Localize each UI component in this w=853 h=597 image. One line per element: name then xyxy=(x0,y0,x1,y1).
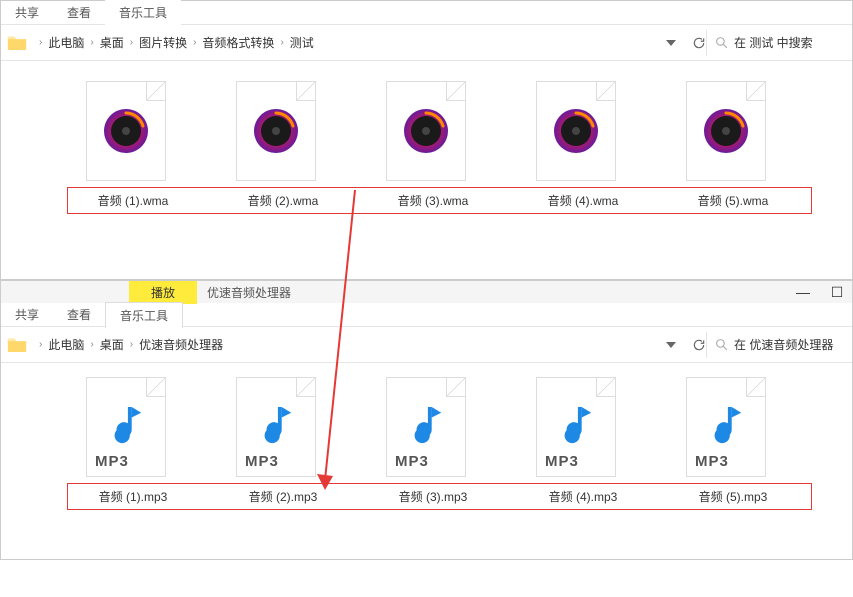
breadcrumb-item[interactable]: 图片转换 xyxy=(139,34,187,51)
maximize-button[interactable]: ☐ xyxy=(830,285,844,299)
mp3-badge: MP3 xyxy=(95,453,129,470)
search-placeholder: 在 测试 中搜索 xyxy=(734,34,813,51)
search-input[interactable]: 在 优速音频处理器 xyxy=(706,332,846,358)
window-title: 优速音频处理器 xyxy=(197,281,301,304)
tab-music-tools[interactable]: 音乐工具 xyxy=(105,302,183,328)
wma-file-icon xyxy=(386,81,466,181)
file-label: 音频 (4).mp3 xyxy=(528,488,638,505)
file-label: 音频 (4).wma xyxy=(528,192,638,209)
file-item[interactable]: MP3 xyxy=(521,377,631,477)
window-controls: — ☐ xyxy=(796,285,844,299)
file-item[interactable] xyxy=(671,81,781,181)
mp3-file-icon: MP3 xyxy=(536,377,616,477)
address-bar: › 此电脑 › 桌面 › 图片转换 › 音频格式转换 › 测试 在 测试 中搜索 xyxy=(1,25,852,61)
mp3-badge: MP3 xyxy=(395,453,429,470)
wma-file-icon xyxy=(686,81,766,181)
explorer-window-source: 共享 查看 音乐工具 › 此电脑 › 桌面 › 图片转换 › 音频格式转换 › … xyxy=(0,0,853,280)
file-item[interactable] xyxy=(521,81,631,181)
file-item[interactable]: MP3 xyxy=(371,377,481,477)
file-item[interactable] xyxy=(371,81,481,181)
breadcrumb-item[interactable]: 音频格式转换 xyxy=(202,34,274,51)
dropdown-history-icon[interactable] xyxy=(664,338,678,352)
chevron-right-icon: › xyxy=(39,37,42,48)
mp3-file-icon: MP3 xyxy=(686,377,766,477)
file-item[interactable] xyxy=(71,81,181,181)
dropdown-history-icon[interactable] xyxy=(664,36,678,50)
breadcrumb-item[interactable]: 此电脑 xyxy=(48,34,84,51)
nav-buttons xyxy=(664,36,706,50)
tab-share[interactable]: 共享 xyxy=(1,0,53,25)
mp3-file-icon: MP3 xyxy=(236,377,316,477)
mp3-badge: MP3 xyxy=(245,453,279,470)
explorer-window-target: — ☐ 播放 优速音频处理器 共享 查看 音乐工具 › 此电脑 › 桌面 › 优… xyxy=(0,280,853,560)
file-pane[interactable]: MP3 MP3 MP3 MP3 MP3 音频 (1).mp3 音频 (2).mp… xyxy=(1,363,852,530)
mp3-file-icon: MP3 xyxy=(386,377,466,477)
breadcrumb[interactable]: › 此电脑 › 桌面 › 图片转换 › 音频格式转换 › 测试 xyxy=(33,34,658,51)
tab-view[interactable]: 查看 xyxy=(53,302,105,327)
file-item[interactable]: MP3 xyxy=(221,377,331,477)
tab-music-tools[interactable]: 音乐工具 xyxy=(105,0,181,25)
mp3-file-icon: MP3 xyxy=(86,377,166,477)
breadcrumb-item[interactable]: 优速音频处理器 xyxy=(139,336,223,353)
file-item[interactable] xyxy=(221,81,331,181)
file-pane[interactable]: 音频 (1).wma 音频 (2).wma 音频 (3).wma 音频 (4).… xyxy=(1,61,852,234)
folder-icon xyxy=(7,34,27,51)
breadcrumb[interactable]: › 此电脑 › 桌面 › 优速音频处理器 xyxy=(33,336,658,353)
breadcrumb-item[interactable]: 桌面 xyxy=(100,336,124,353)
breadcrumb-item[interactable]: 测试 xyxy=(290,34,314,51)
tab-view[interactable]: 查看 xyxy=(53,0,105,25)
chevron-right-icon: › xyxy=(90,339,93,350)
file-label: 音频 (5).mp3 xyxy=(678,488,788,505)
tab-share[interactable]: 共享 xyxy=(1,302,53,327)
file-label: 音频 (2).mp3 xyxy=(228,488,338,505)
chevron-right-icon: › xyxy=(130,37,133,48)
file-label: 音频 (3).wma xyxy=(378,192,488,209)
search-placeholder: 在 优速音频处理器 xyxy=(734,336,833,353)
chevron-right-icon: › xyxy=(39,339,42,350)
file-item[interactable]: MP3 xyxy=(671,377,781,477)
address-bar: › 此电脑 › 桌面 › 优速音频处理器 在 优速音频处理器 xyxy=(1,327,852,363)
wma-file-icon xyxy=(86,81,166,181)
ribbon-tabs: 共享 查看 音乐工具 xyxy=(1,1,852,25)
chevron-right-icon: › xyxy=(90,37,93,48)
file-group: 音频 (1).wma 音频 (2).wma 音频 (3).wma 音频 (4).… xyxy=(21,81,832,214)
mp3-badge: MP3 xyxy=(695,453,729,470)
nav-buttons xyxy=(664,338,706,352)
breadcrumb-item[interactable]: 此电脑 xyxy=(48,336,84,353)
search-icon xyxy=(715,36,728,49)
refresh-icon[interactable] xyxy=(692,36,706,50)
file-item[interactable]: MP3 xyxy=(71,377,181,477)
search-icon xyxy=(715,338,728,351)
selection-highlight: 音频 (1).mp3 音频 (2).mp3 音频 (3).mp3 音频 (4).… xyxy=(67,483,812,510)
wma-file-icon xyxy=(236,81,316,181)
mp3-badge: MP3 xyxy=(545,453,579,470)
file-label: 音频 (1).mp3 xyxy=(78,488,188,505)
selection-highlight: 音频 (1).wma 音频 (2).wma 音频 (3).wma 音频 (4).… xyxy=(67,187,812,214)
wma-file-icon xyxy=(536,81,616,181)
breadcrumb-item[interactable]: 桌面 xyxy=(100,34,124,51)
file-label: 音频 (3).mp3 xyxy=(378,488,488,505)
ribbon-tabs: 共享 查看 音乐工具 xyxy=(1,303,852,327)
folder-icon xyxy=(7,336,27,353)
refresh-icon[interactable] xyxy=(692,338,706,352)
chevron-right-icon: › xyxy=(130,339,133,350)
chevron-right-icon: › xyxy=(193,37,196,48)
file-label: 音频 (1).wma xyxy=(78,192,188,209)
search-input[interactable]: 在 测试 中搜索 xyxy=(706,30,846,56)
file-label: 音频 (5).wma xyxy=(678,192,788,209)
file-label: 音频 (2).wma xyxy=(228,192,338,209)
minimize-button[interactable]: — xyxy=(796,285,810,299)
chevron-right-icon: › xyxy=(280,37,283,48)
file-group: MP3 MP3 MP3 MP3 MP3 音频 (1).mp3 音频 (2).mp… xyxy=(21,377,832,510)
